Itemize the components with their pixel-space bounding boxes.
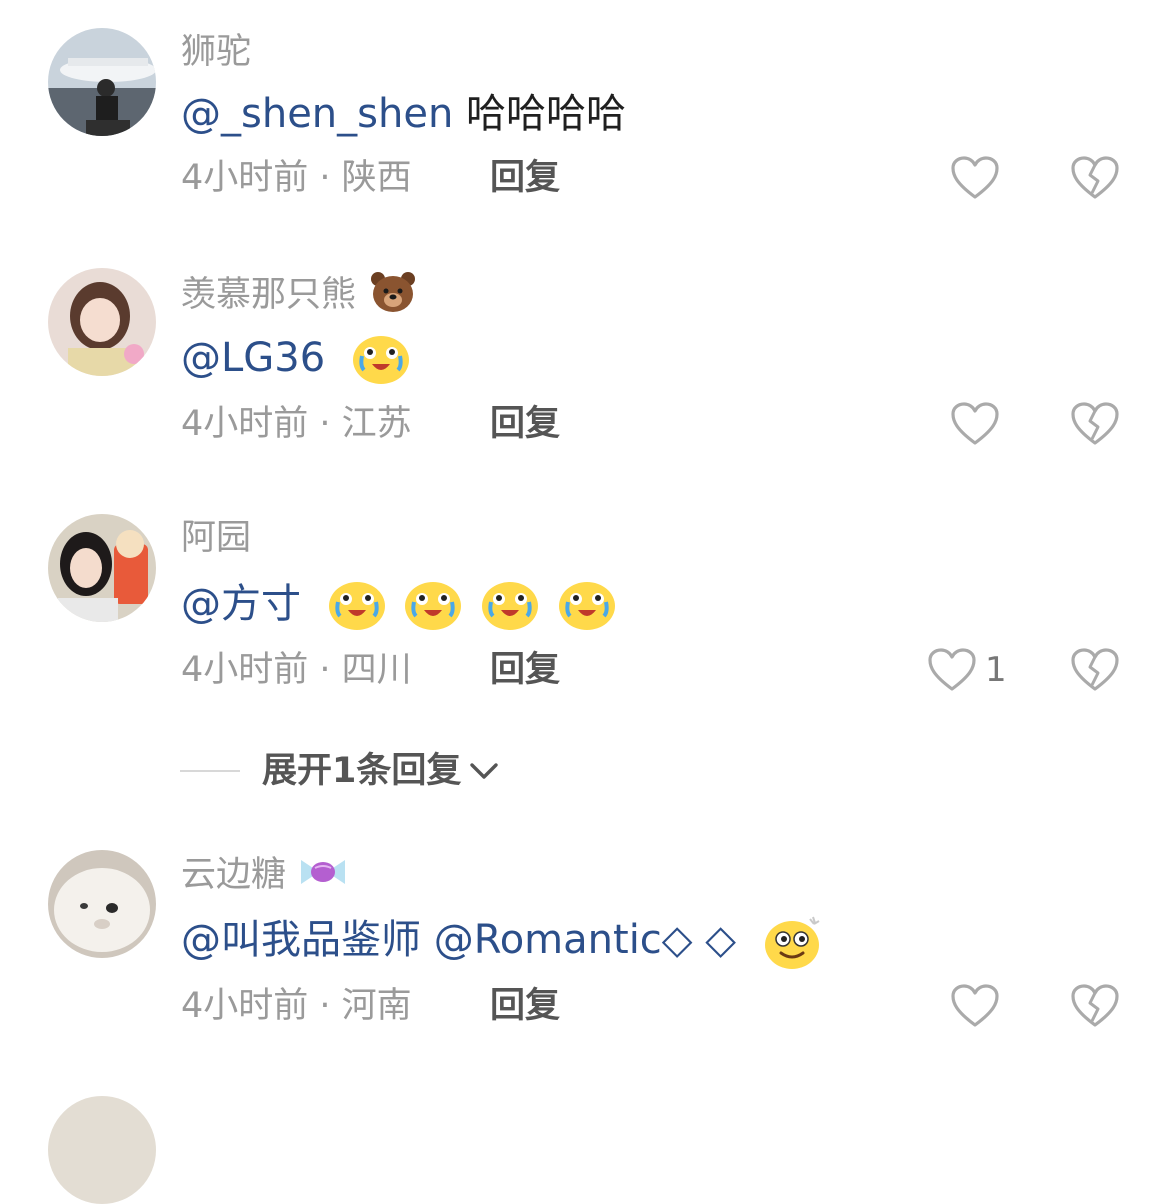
broken-heart-icon[interactable] (1070, 983, 1120, 1029)
crying-laughing-emoji-icon (558, 582, 615, 630)
time-location: 4小时前 · 江苏 (181, 404, 412, 444)
candy-icon (301, 860, 346, 884)
username[interactable]: 阿园 (181, 516, 251, 560)
heart-outline-icon[interactable] (950, 983, 1000, 1029)
chevron-down-icon (470, 763, 499, 779)
comment-text: @_shen_shen 哈哈哈哈 (181, 86, 626, 142)
comment-body-text: 哈哈哈哈 (453, 91, 627, 137)
heart-outline-icon[interactable] (927, 647, 977, 693)
avatar[interactable] (48, 514, 156, 622)
divider (180, 770, 240, 772)
broken-heart-icon[interactable] (1070, 155, 1120, 201)
username-text: 云边糖 (181, 855, 287, 895)
time-location: 4小时前 · 陕西 (181, 158, 412, 198)
mention-link[interactable]: @叫我品鉴师 @Romantic◇ ◇ (181, 917, 736, 963)
expand-replies-button[interactable]: 展开1条回复 (180, 748, 499, 794)
avatar[interactable] (48, 850, 156, 958)
dizzy-face-emoji-icon (764, 916, 820, 969)
crying-laughing-emoji-icon (405, 582, 462, 630)
username[interactable]: 云边糖 (181, 852, 349, 897)
username-text: 羡慕那只熊 (181, 275, 357, 315)
reply-button[interactable]: 回复 (490, 402, 560, 446)
reply-button[interactable]: 回复 (490, 984, 560, 1028)
username[interactable]: 狮驼 (181, 30, 251, 74)
username[interactable]: 羡慕那只熊 (181, 270, 417, 317)
avatar[interactable] (48, 268, 156, 376)
bear-face-icon (371, 272, 416, 312)
crying-laughing-emoji-icon (328, 582, 385, 630)
mention-link[interactable]: @_shen_shen (181, 91, 453, 137)
comment-text: @LG36 (181, 330, 410, 386)
broken-heart-icon[interactable] (1070, 647, 1120, 693)
crying-laughing-emoji-icon (482, 582, 539, 630)
mention-link[interactable]: @LG36 (181, 335, 325, 381)
broken-heart-icon[interactable] (1070, 401, 1120, 447)
comment-text: @叫我品鉴师 @Romantic◇ ◇ (181, 912, 823, 971)
avatar[interactable] (48, 1096, 156, 1204)
mention-link[interactable]: @方寸 (181, 581, 301, 627)
avatar[interactable] (48, 28, 156, 136)
comment-text: @方寸 (181, 576, 616, 632)
like-count: 1 (985, 650, 1007, 690)
reply-button[interactable]: 回复 (490, 648, 560, 692)
time-location: 4小时前 · 四川 (181, 650, 412, 690)
expand-replies-label: 展开1条回复 (262, 751, 462, 791)
time-location: 4小时前 · 河南 (181, 986, 412, 1026)
heart-outline-icon[interactable] (950, 155, 1000, 201)
reply-button[interactable]: 回复 (490, 156, 560, 200)
heart-outline-icon[interactable] (950, 401, 1000, 447)
crying-laughing-emoji-icon (352, 336, 409, 384)
